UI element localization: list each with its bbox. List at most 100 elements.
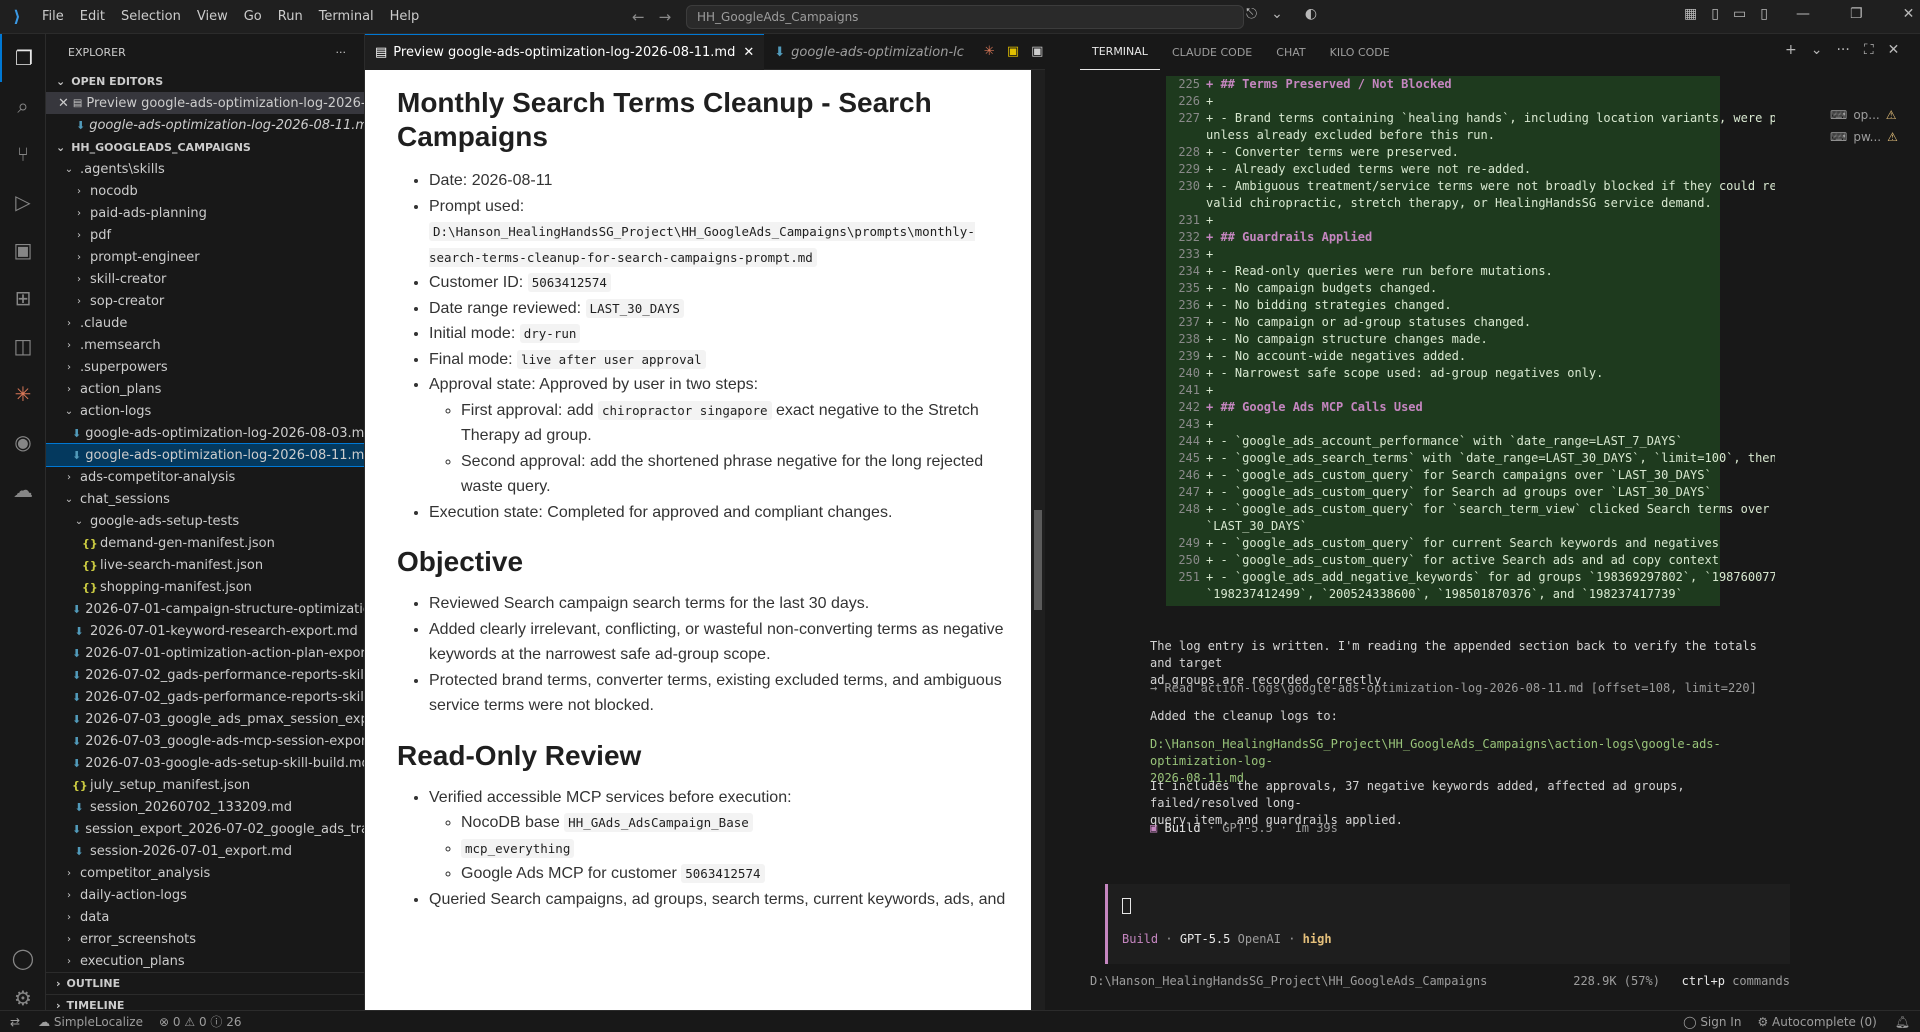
terminal-instance[interactable]: ⌨ pw... ⚠ xyxy=(1830,126,1920,148)
tab-chat[interactable]: CHAT xyxy=(1264,34,1317,70)
more-actions-icon[interactable]: ··· xyxy=(1836,42,1849,58)
menu-run[interactable]: Run xyxy=(270,9,311,24)
new-terminal-icon[interactable]: + xyxy=(1785,42,1797,58)
back-arrow-icon[interactable]: ← xyxy=(632,8,645,26)
terminal-instance[interactable]: ⌨ op... ⚠ xyxy=(1830,104,1920,126)
folder-item[interactable]: › pdf xyxy=(46,224,364,246)
file-item[interactable]: ⬇2026-07-03_google_ads_pmax_session_expo… xyxy=(46,708,364,730)
terminal-output[interactable]: 225 + ## Terms Preserved / Not Blocked 226… xyxy=(1080,76,1775,976)
folder-item[interactable]: › data xyxy=(46,906,364,928)
file-item[interactable]: ⬇ 2026-07-01-keyword-research-export.md xyxy=(46,620,364,642)
effort-level[interactable]: high xyxy=(1303,932,1332,946)
search-icon[interactable]: ⌕ xyxy=(0,82,46,130)
more-actions-icon[interactable]: ··· xyxy=(336,46,347,59)
outline-section[interactable]: › OUTLINE xyxy=(46,972,364,994)
folder-item[interactable]: ⌄ chat_sessions xyxy=(46,488,364,510)
restore-icon[interactable]: ❐ xyxy=(1850,6,1863,22)
tab-preview[interactable]: ▤ Preview google-ads-optimization-log-20… xyxy=(365,34,765,70)
file-item[interactable]: ⬇ 2026-07-01-campaign-structure-optimizat… xyxy=(46,598,364,620)
folder-item[interactable]: › execution_plans xyxy=(46,950,364,972)
folder-item[interactable]: › .memsearch xyxy=(46,334,364,356)
preview-toggle-icon[interactable]: ▣ xyxy=(1031,44,1043,59)
toggle-secondary-sidebar-icon[interactable]: ▯ xyxy=(1760,6,1768,22)
scrollbar-thumb[interactable] xyxy=(1034,510,1042,610)
explorer-icon[interactable]: ❐ xyxy=(0,34,46,82)
forward-arrow-icon[interactable]: → xyxy=(659,8,672,26)
claude-icon[interactable]: ✳ xyxy=(984,44,995,59)
menu-view[interactable]: View xyxy=(189,9,236,24)
sign-in-item[interactable]: ◯ Sign In xyxy=(1675,1015,1749,1029)
close-icon[interactable]: ✕ xyxy=(58,96,69,111)
toggle-panel-icon[interactable]: ▭ xyxy=(1733,6,1746,22)
chevron-down-icon[interactable]: ⌄ xyxy=(1811,42,1823,58)
file-item[interactable]: {} shopping-manifest.json xyxy=(46,576,364,598)
menu-terminal[interactable]: Terminal xyxy=(311,9,382,24)
tab-kilo-code[interactable]: KILO CODE xyxy=(1318,34,1402,70)
simplelocalize-item[interactable]: ☁ SimpleLocalize xyxy=(30,1015,151,1029)
open-editor-item[interactable]: ✕ ▤ Preview google-ads-optimization-log-… xyxy=(46,92,364,114)
layout-customize-icon[interactable]: ▦ xyxy=(1684,6,1697,22)
folder-item[interactable]: ⌄ google-ads-setup-tests xyxy=(46,510,364,532)
file-item[interactable]: ⬇ 2026-07-02_gads-performance-reports-ski… xyxy=(46,664,364,686)
folder-item[interactable]: › competitor_analysis xyxy=(46,862,364,884)
workspace-root[interactable]: ⌄ HH_GOOGLEADS_CAMPAIGNS xyxy=(46,136,364,158)
file-item[interactable]: ⬇ google-ads-optimization-log-2026-08-03.… xyxy=(46,422,364,444)
folder-item[interactable]: › prompt-engineer xyxy=(46,246,364,268)
agent-mode[interactable]: Build xyxy=(1122,932,1158,946)
folder-item[interactable]: › sop-creator xyxy=(46,290,364,312)
editor-scrollbar[interactable] xyxy=(1031,70,1045,1012)
file-item[interactable]: ⬇ session_export_2026-07-02_google_ads_tr… xyxy=(46,818,364,840)
notifications-icon[interactable]: 🔔︎ xyxy=(1885,1015,1920,1029)
file-item[interactable]: {} july_setup_manifest.json xyxy=(46,774,364,796)
problems-item[interactable]: ⊗ 0 ⚠ 0 ⓘ 26 xyxy=(151,1013,250,1030)
menu-go[interactable]: Go xyxy=(236,9,270,24)
menu-selection[interactable]: Selection xyxy=(113,9,189,24)
file-item[interactable]: {} live-search-manifest.json xyxy=(46,554,364,576)
python-icon[interactable]: ◉ xyxy=(0,418,46,466)
folder-item[interactable]: › nocodb xyxy=(46,180,364,202)
close-window-icon[interactable]: ✕ xyxy=(1903,6,1915,22)
autocomplete-item[interactable]: ⚙ Autocomplete (0) xyxy=(1749,1015,1884,1029)
folder-item[interactable]: › paid-ads-planning xyxy=(46,202,364,224)
folder-item[interactable]: › .superpowers xyxy=(46,356,364,378)
folder-item[interactable]: › ads-competitor-analysis xyxy=(46,466,364,488)
folder-item[interactable]: › .claude xyxy=(46,312,364,334)
prompt-input[interactable]: Build · GPT-5.5 OpenAI · high xyxy=(1105,884,1790,964)
tab-terminal[interactable]: TERMINAL xyxy=(1080,34,1160,70)
copilot-icon[interactable]: ⎋ xyxy=(1246,6,1257,22)
file-item[interactable]: ⬇2026-07-03_google-ads-mcp-session-expor… xyxy=(46,730,364,752)
file-item[interactable]: {} demand-gen-manifest.json xyxy=(46,532,364,554)
remote-icon[interactable]: ⇄ xyxy=(0,1015,30,1029)
extensions-icon[interactable]: ⊞ xyxy=(0,274,46,322)
file-item[interactable]: ⬇ google-ads-optimization-log-2026-08-11.… xyxy=(46,443,364,467)
toggle-sidebar-icon[interactable]: ▯ xyxy=(1711,6,1719,22)
account-circle-icon[interactable]: ◐ xyxy=(1305,6,1317,22)
close-panel-icon[interactable]: ✕ xyxy=(1888,42,1900,58)
close-icon[interactable]: ✕ xyxy=(743,45,754,60)
file-item[interactable]: ⬇ 2026-07-02_gads-performance-reports-ski… xyxy=(46,686,364,708)
file-item[interactable]: ⬇ session-2026-07-01_export.md xyxy=(46,840,364,862)
open-editors-section[interactable]: ⌄ OPEN EDITORS xyxy=(46,70,364,92)
run-debug-icon[interactable]: ▷ xyxy=(0,178,46,226)
folder-item[interactable]: › action_plans xyxy=(46,378,364,400)
remote-explorer-icon[interactable]: ▣ xyxy=(0,226,46,274)
claude-icon[interactable]: ✳ xyxy=(0,370,46,418)
folder-item[interactable]: › error_screenshots xyxy=(46,928,364,950)
tab-source[interactable]: ⬇ google-ads-optimization-lc xyxy=(764,34,974,70)
menu-edit[interactable]: Edit xyxy=(72,9,113,24)
open-editor-item[interactable]: ⬇ google-ads-optimization-log-2026-08-11… xyxy=(46,114,364,136)
minimize-icon[interactable]: — xyxy=(1796,6,1810,22)
cloud-icon[interactable]: ☁ xyxy=(0,466,46,514)
folder-item[interactable]: › daily-action-logs xyxy=(46,884,364,906)
folder-item[interactable]: › skill-creator xyxy=(46,268,364,290)
command-center-search[interactable]: HH_GoogleAds_Campaigns xyxy=(686,5,1244,29)
chevron-down-icon[interactable]: ⌄ xyxy=(1271,6,1283,22)
file-item[interactable]: ⬇ 2026-07-01-optimization-action-plan-exp… xyxy=(46,642,364,664)
menu-file[interactable]: File xyxy=(34,9,72,24)
file-item[interactable]: ⬇ 2026-07-03-google-ads-setup-skill-build… xyxy=(46,752,364,774)
containers-icon[interactable]: ◫ xyxy=(0,322,46,370)
folder-item[interactable]: ⌄ action-logs xyxy=(46,400,364,422)
folder-item[interactable]: ⌄ .agents\skills xyxy=(46,158,364,180)
source-control-icon[interactable]: ⑂ xyxy=(0,130,46,178)
menu-help[interactable]: Help xyxy=(382,9,428,24)
